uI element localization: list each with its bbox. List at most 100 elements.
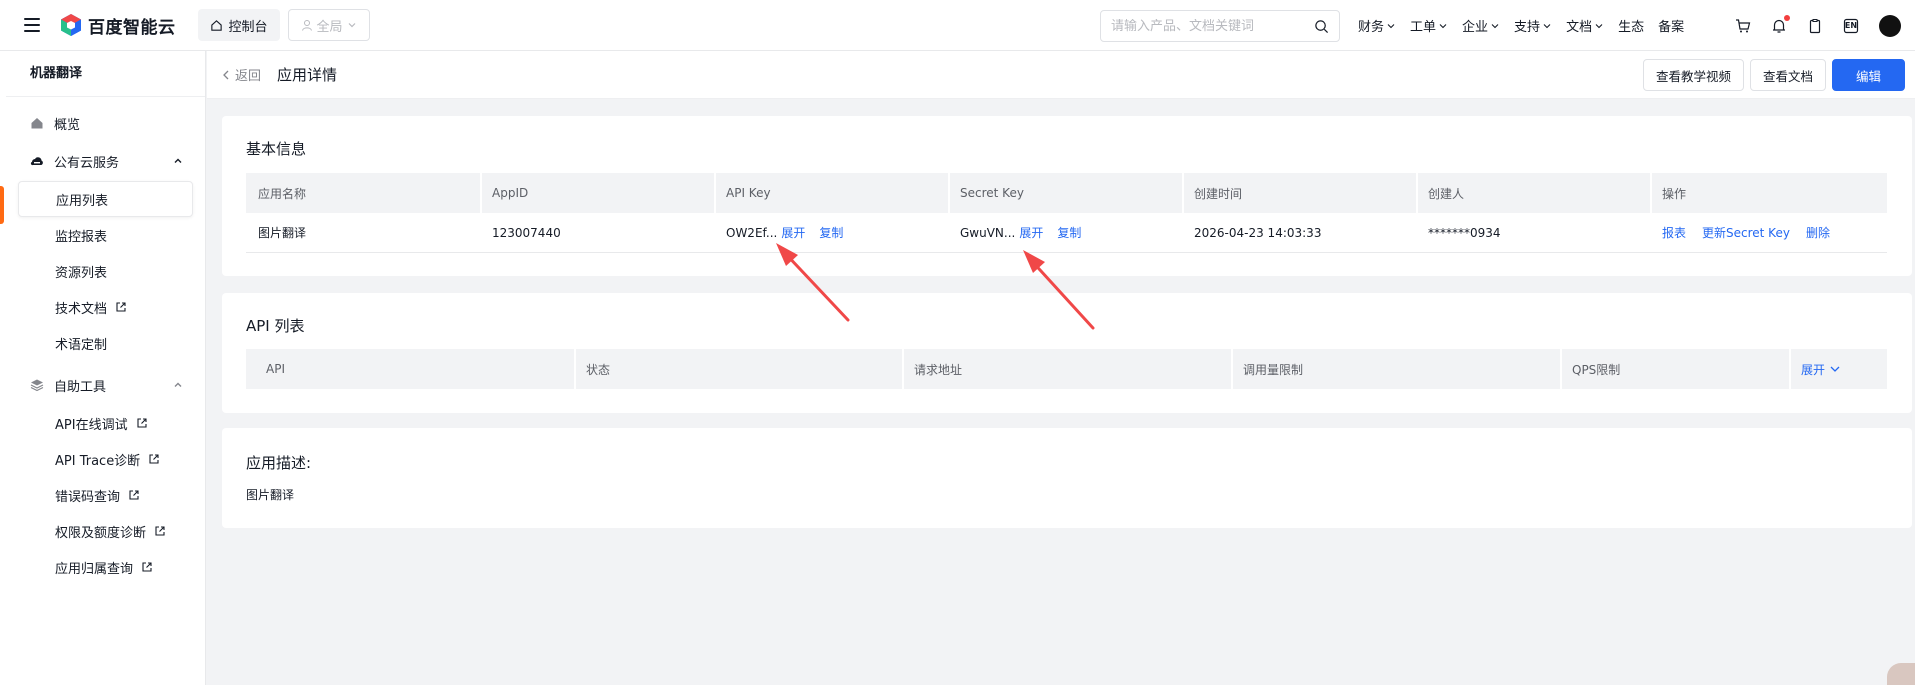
external-link-icon [116,302,126,312]
nav-label: 财务 [1358,20,1385,35]
sidebar-item-term-custom[interactable]: 术语定制 [6,325,205,361]
nav-label: 工单 [1410,20,1437,35]
sidebar-group-self-tools[interactable]: 自助工具 [6,365,205,405]
nav-ticket[interactable]: 工单 [1410,16,1448,35]
cart-icon[interactable] [1735,18,1751,34]
logo-text: 百度智能云 [88,17,176,38]
back-label: 返回 [235,69,262,84]
language-label: EN [1844,21,1858,30]
chevron-down-icon [348,23,355,28]
sidebar: 机器翻译 概览 公有云服务 应用列表 监控报表 资源列表 技术文档 术语定制 自… [6,51,206,685]
sidebar-title: 机器翻译 [6,51,205,97]
sidebar-group-public-cloud[interactable]: 公有云服务 [6,141,205,181]
console-label: 控制台 [228,19,268,35]
column-header: 调用量限制 [1231,349,1560,389]
secret-key-expand-link[interactable]: 展开 [1019,224,1043,241]
nav-docs[interactable]: 文档 [1566,16,1604,35]
creator-cell: *******0934 [1428,225,1501,240]
chevron-up-icon [174,158,182,163]
sidebar-item-quota-diagnosis[interactable]: 权限及额度诊断 [6,513,205,549]
sidebar-item-monitor-report[interactable]: 监控报表 [6,217,205,253]
api-key-cell: OW2Ef... 展开 复制 [714,213,948,252]
nav-ecosystem[interactable]: 生态 [1618,16,1644,35]
sidebar-item-label: 资源列表 [55,265,108,281]
app-name-cell: 图片翻译 [258,226,307,240]
api-list-expand-toggle[interactable]: 展开 [1789,349,1879,389]
nav-enterprise[interactable]: 企业 [1462,16,1500,35]
table-row: 图片翻译 123007440 OW2Ef... 展开 复制 GwuVN... 展… [246,213,1887,253]
menu-icon[interactable] [24,18,40,32]
sidebar-item-label: 术语定制 [55,337,108,353]
search-icon[interactable] [1314,19,1329,34]
expand-label: 展开 [1801,362,1826,377]
logo-icon [61,14,81,36]
secret-key-copy-link[interactable]: 复制 [1057,224,1081,241]
sidebar-item-app-list[interactable]: 应用列表 [18,181,193,217]
assistant-avatar[interactable] [1887,663,1915,685]
search-box[interactable] [1100,10,1340,42]
chevron-down-icon [1543,23,1551,28]
column-header: 状态 [574,349,902,389]
avatar[interactable] [1879,14,1901,37]
sidebar-item-tech-docs[interactable]: 技术文档 [6,289,205,325]
nav-label: 备案 [1658,20,1685,35]
api-key-expand-link[interactable]: 展开 [781,224,805,241]
view-docs-button[interactable]: 查看文档 [1749,59,1826,91]
region-selector[interactable]: 全局 [287,9,370,41]
sidebar-item-overview[interactable]: 概览 [6,105,205,141]
secret-key-value: GwuVN... [960,225,1016,240]
page-title: 应用详情 [277,66,338,84]
bell-icon[interactable] [1771,14,1790,34]
sidebar-group-label: 自助工具 [54,379,107,395]
chevron-down-icon [1491,23,1499,28]
description-card: 应用描述: 图片翻译 [222,428,1912,528]
sidebar-item-error-code[interactable]: 错误码查询 [6,477,205,513]
basic-info-title: 基本信息 [246,140,307,158]
console-button[interactable]: 控制台 [197,9,280,41]
app-id-cell: 123007440 [492,225,561,240]
baidu-cloud-logo[interactable]: 百度智能云 [60,13,176,38]
sidebar-item-label: 权限及额度诊断 [55,525,147,541]
sidebar-item-app-owner[interactable]: 应用归属查询 [6,549,205,585]
external-link-icon [129,490,139,500]
api-key-value: OW2Ef... [726,225,778,240]
sidebar-item-api-debug[interactable]: API在线调试 [6,405,205,441]
language-icon[interactable]: EN [1843,18,1859,34]
basic-info-table: 应用名称 AppID API Key Secret Key 创建时间 创建人 操… [246,173,1887,253]
update-secret-key-link[interactable]: 更新Secret Key [1702,224,1790,241]
delete-link[interactable]: 删除 [1806,224,1830,241]
sidebar-item-label: 概览 [54,117,81,133]
home-icon [210,19,222,31]
chevron-up-icon [174,382,182,387]
sidebar-item-label: 监控报表 [55,229,108,245]
chevron-down-icon [1830,366,1840,372]
created-at-cell: 2026-04-23 14:03:33 [1194,225,1322,240]
report-link[interactable]: 报表 [1662,224,1686,241]
api-list-title: API 列表 [246,317,305,335]
nav-support[interactable]: 支持 [1514,16,1552,35]
view-tutorial-video-button[interactable]: 查看教学视频 [1642,59,1744,91]
search-input[interactable] [1111,18,1314,34]
api-list-table: API 状态 请求地址 调用量限制 QPS限制 展开 [246,349,1887,389]
external-link-icon [149,454,159,464]
external-link-icon [137,418,147,428]
home-icon [31,118,43,129]
api-key-copy-link[interactable]: 复制 [819,224,843,241]
header-actions: 查看教学视频 查看文档 编辑 [1642,59,1905,91]
column-header: API Key [714,173,948,213]
sidebar-group-label: 公有云服务 [54,155,120,171]
sidebar-item-api-trace[interactable]: API Trace诊断 [6,441,205,477]
top-navigation-bar: 百度智能云 控制台 全局 财务 工单 企业 支持 文档 生态 备案 [0,0,1915,51]
back-link[interactable]: 返回 [221,65,261,84]
clipboard-icon[interactable] [1807,18,1823,34]
column-header: 请求地址 [902,349,1231,389]
nav-filing[interactable]: 备案 [1658,16,1684,35]
sidebar-item-label: 技术文档 [55,301,108,317]
external-link-icon [142,562,152,572]
chevron-down-icon [1439,23,1447,28]
sidebar-item-label: 应用归属查询 [55,561,134,577]
table-header: API 状态 请求地址 调用量限制 QPS限制 展开 [246,349,1887,389]
nav-finance[interactable]: 财务 [1358,16,1396,35]
edit-button[interactable]: 编辑 [1831,59,1905,91]
sidebar-item-resource-list[interactable]: 资源列表 [6,253,205,289]
